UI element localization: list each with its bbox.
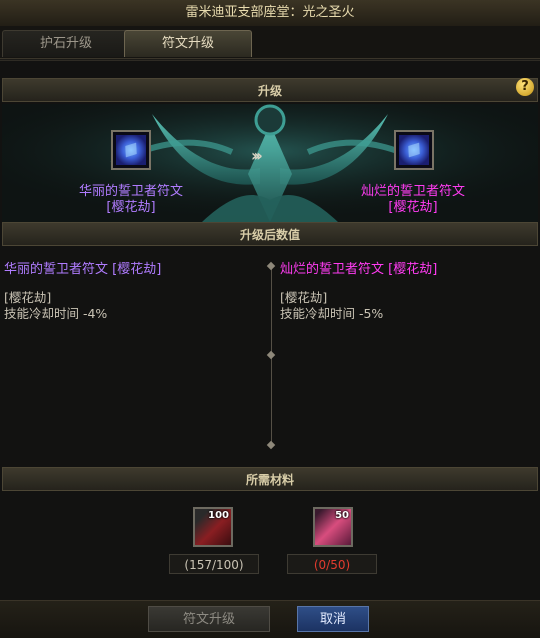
material-stack-count: 100 xyxy=(208,510,229,521)
current-rune-name: 华丽的誓卫者符文 [樱花劫] xyxy=(4,262,162,277)
target-rune-name-line1: 灿烂的誓卫者符文 xyxy=(360,184,465,199)
current-rune-effect: 技能冷却时间 -4% xyxy=(4,306,108,321)
cancel-button[interactable]: 取消 xyxy=(297,606,369,632)
materials-header: 所需材料 xyxy=(2,467,538,491)
material-quantity: (0/50) xyxy=(287,554,377,574)
material-quantity: (157/100) xyxy=(169,554,259,574)
tab-bar: 护石升级 符文升级 xyxy=(0,26,540,59)
stats-header: 升级后数值 xyxy=(2,222,538,246)
target-rune-slot[interactable] xyxy=(394,130,434,170)
target-rune-name-line2: [樱花劫] xyxy=(388,200,438,215)
pink-crystal-icon[interactable]: 50 xyxy=(313,507,353,547)
tab-rune-upgrade[interactable]: 符文升级 xyxy=(124,30,252,57)
target-rune-name: 灿烂的誓卫者符文 [樱花劫] xyxy=(338,184,488,216)
tab-amulet-upgrade[interactable]: 护石升级 xyxy=(2,30,130,57)
current-stats: 华丽的誓卫者符文 [樱花劫] [樱花劫] 技能冷却时间 -4% xyxy=(4,262,264,322)
current-rune-tag: [樱花劫] xyxy=(4,290,52,305)
red-material-icon[interactable]: 100 xyxy=(193,507,233,547)
source-rune-name-line2: [樱花劫] xyxy=(106,200,156,215)
rune-icon xyxy=(399,135,429,165)
help-icon[interactable]: ? xyxy=(516,78,534,96)
source-rune-slot[interactable] xyxy=(111,130,151,170)
upgrade-header: 升级 xyxy=(2,78,538,102)
upgrade-arrows-icon: ››› xyxy=(251,146,263,165)
upgraded-rune-name: 灿烂的誓卫者符文 [樱花劫] xyxy=(280,262,438,277)
rune-icon xyxy=(116,135,146,165)
window-title: 雷米迪亚支部座堂：光之圣火 xyxy=(0,0,540,27)
material-stack-count: 50 xyxy=(335,510,349,521)
upgraded-stats: 灿烂的誓卫者符文 [樱花劫] [樱花劫] 技能冷却时间 -5% xyxy=(280,262,536,322)
source-rune-name: 华丽的誓卫者符文 [樱花劫] xyxy=(56,184,206,216)
upgraded-rune-effect: 技能冷却时间 -5% xyxy=(280,306,384,321)
rune-upgrade-button[interactable]: 符文升级 xyxy=(148,606,270,632)
action-bar xyxy=(0,600,540,638)
source-rune-name-line1: 华丽的誓卫者符文 xyxy=(78,184,183,199)
upgraded-rune-tag: [樱花劫] xyxy=(280,290,328,305)
